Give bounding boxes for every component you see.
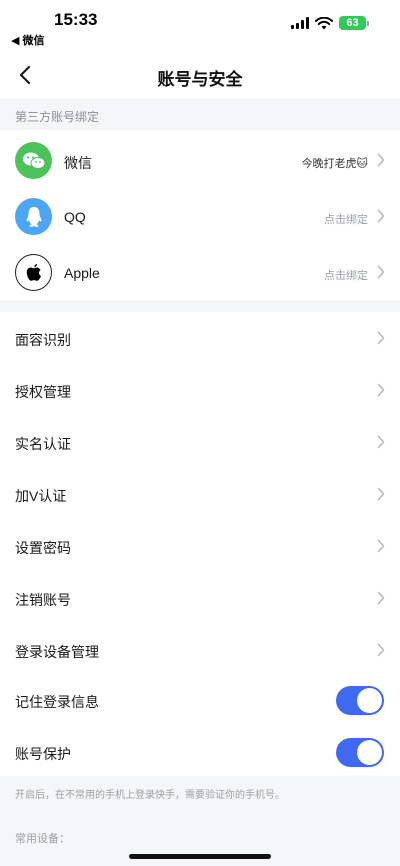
page-title: 账号与安全 [157,70,243,89]
chevron-right-icon [377,487,385,501]
home-indicator [129,854,271,859]
settings-item-remember-login: 记住登录信息 [0,674,400,726]
settings-item-label: 设置密码 [15,540,71,556]
chevron-right-icon [377,153,385,167]
bind-label-qq: QQ [64,209,86,225]
chevron-right-icon [377,209,385,223]
wechat-icon [15,142,52,179]
toggle-knob [357,688,382,713]
chevron-right-icon [377,435,385,449]
remember-login-toggle[interactable] [336,686,384,715]
settings-item-authorization[interactable]: 授权管理 [0,364,400,416]
battery-indicator: 63 [339,16,369,30]
status-bar: 15:33 ◀ 微信 63 [0,0,400,52]
chevron-right-icon [377,331,385,345]
settings-item-label: 账号保护 [15,746,71,762]
bind-row-qq[interactable]: QQ 点击绑定 [0,188,400,244]
settings-item-v-verification[interactable]: 加V认证 [0,468,400,520]
settings-item-device-management[interactable]: 登录设备管理 [0,624,400,676]
wifi-icon [315,16,333,29]
status-icons: 63 [291,16,369,30]
settings-item-delete-account[interactable]: 注销账号 [0,572,400,624]
settings-item-label: 加V认证 [15,488,67,504]
bind-label-apple: Apple [64,265,100,281]
settings-item-label: 授权管理 [15,384,71,400]
toggle-knob [357,740,382,765]
back-to-app-link[interactable]: ◀ 微信 [11,32,45,48]
third-party-bind-list: 微信 今晚打老虎🐱 QQ 点击绑定 Apple 点击绑定 [0,130,400,300]
chevron-right-icon [377,643,385,657]
settings-item-label: 实名认证 [15,436,71,452]
bind-value-wechat: 今晚打老虎🐱 [301,158,368,170]
bind-row-wechat[interactable]: 微信 今晚打老虎🐱 [0,132,400,188]
settings-item-account-protection: 账号保护 [0,726,400,778]
chevron-right-icon [377,591,385,605]
settings-item-label: 面容识别 [15,332,71,348]
settings-item-real-name[interactable]: 实名认证 [0,416,400,468]
account-protection-hint: 开启后，在不常用的手机上登录快手，需要验证你的手机号。 [15,790,285,801]
status-time: 15:33 [54,10,98,29]
bind-label-wechat: 微信 [64,155,92,171]
settings-item-label: 登录设备管理 [15,644,99,660]
qq-icon [15,198,52,235]
nav-bar: 账号与安全 [0,52,400,98]
signal-icon [291,17,309,29]
bind-row-apple[interactable]: Apple 点击绑定 [0,244,400,300]
section-header-third-party: 第三方账号绑定 [0,98,400,130]
chevron-right-icon [377,265,385,279]
settings-item-password[interactable]: 设置密码 [0,520,400,572]
account-protection-toggle[interactable] [336,738,384,767]
settings-item-label: 记住登录信息 [15,694,99,710]
bind-value-qq: 点击绑定 [324,214,368,226]
settings-item-label: 注销账号 [15,592,71,608]
chevron-right-icon [377,383,385,397]
chevron-right-icon [377,539,385,553]
security-settings-list: 面容识别 授权管理 实名认证 加V认证 设置密码 注销账号 登录设备管理 记住登… [0,312,400,776]
bind-value-apple: 点击绑定 [324,270,368,282]
common-devices-header: 常用设备： [15,833,70,845]
settings-item-face-id[interactable]: 面容识别 [0,312,400,364]
apple-icon [15,254,52,291]
